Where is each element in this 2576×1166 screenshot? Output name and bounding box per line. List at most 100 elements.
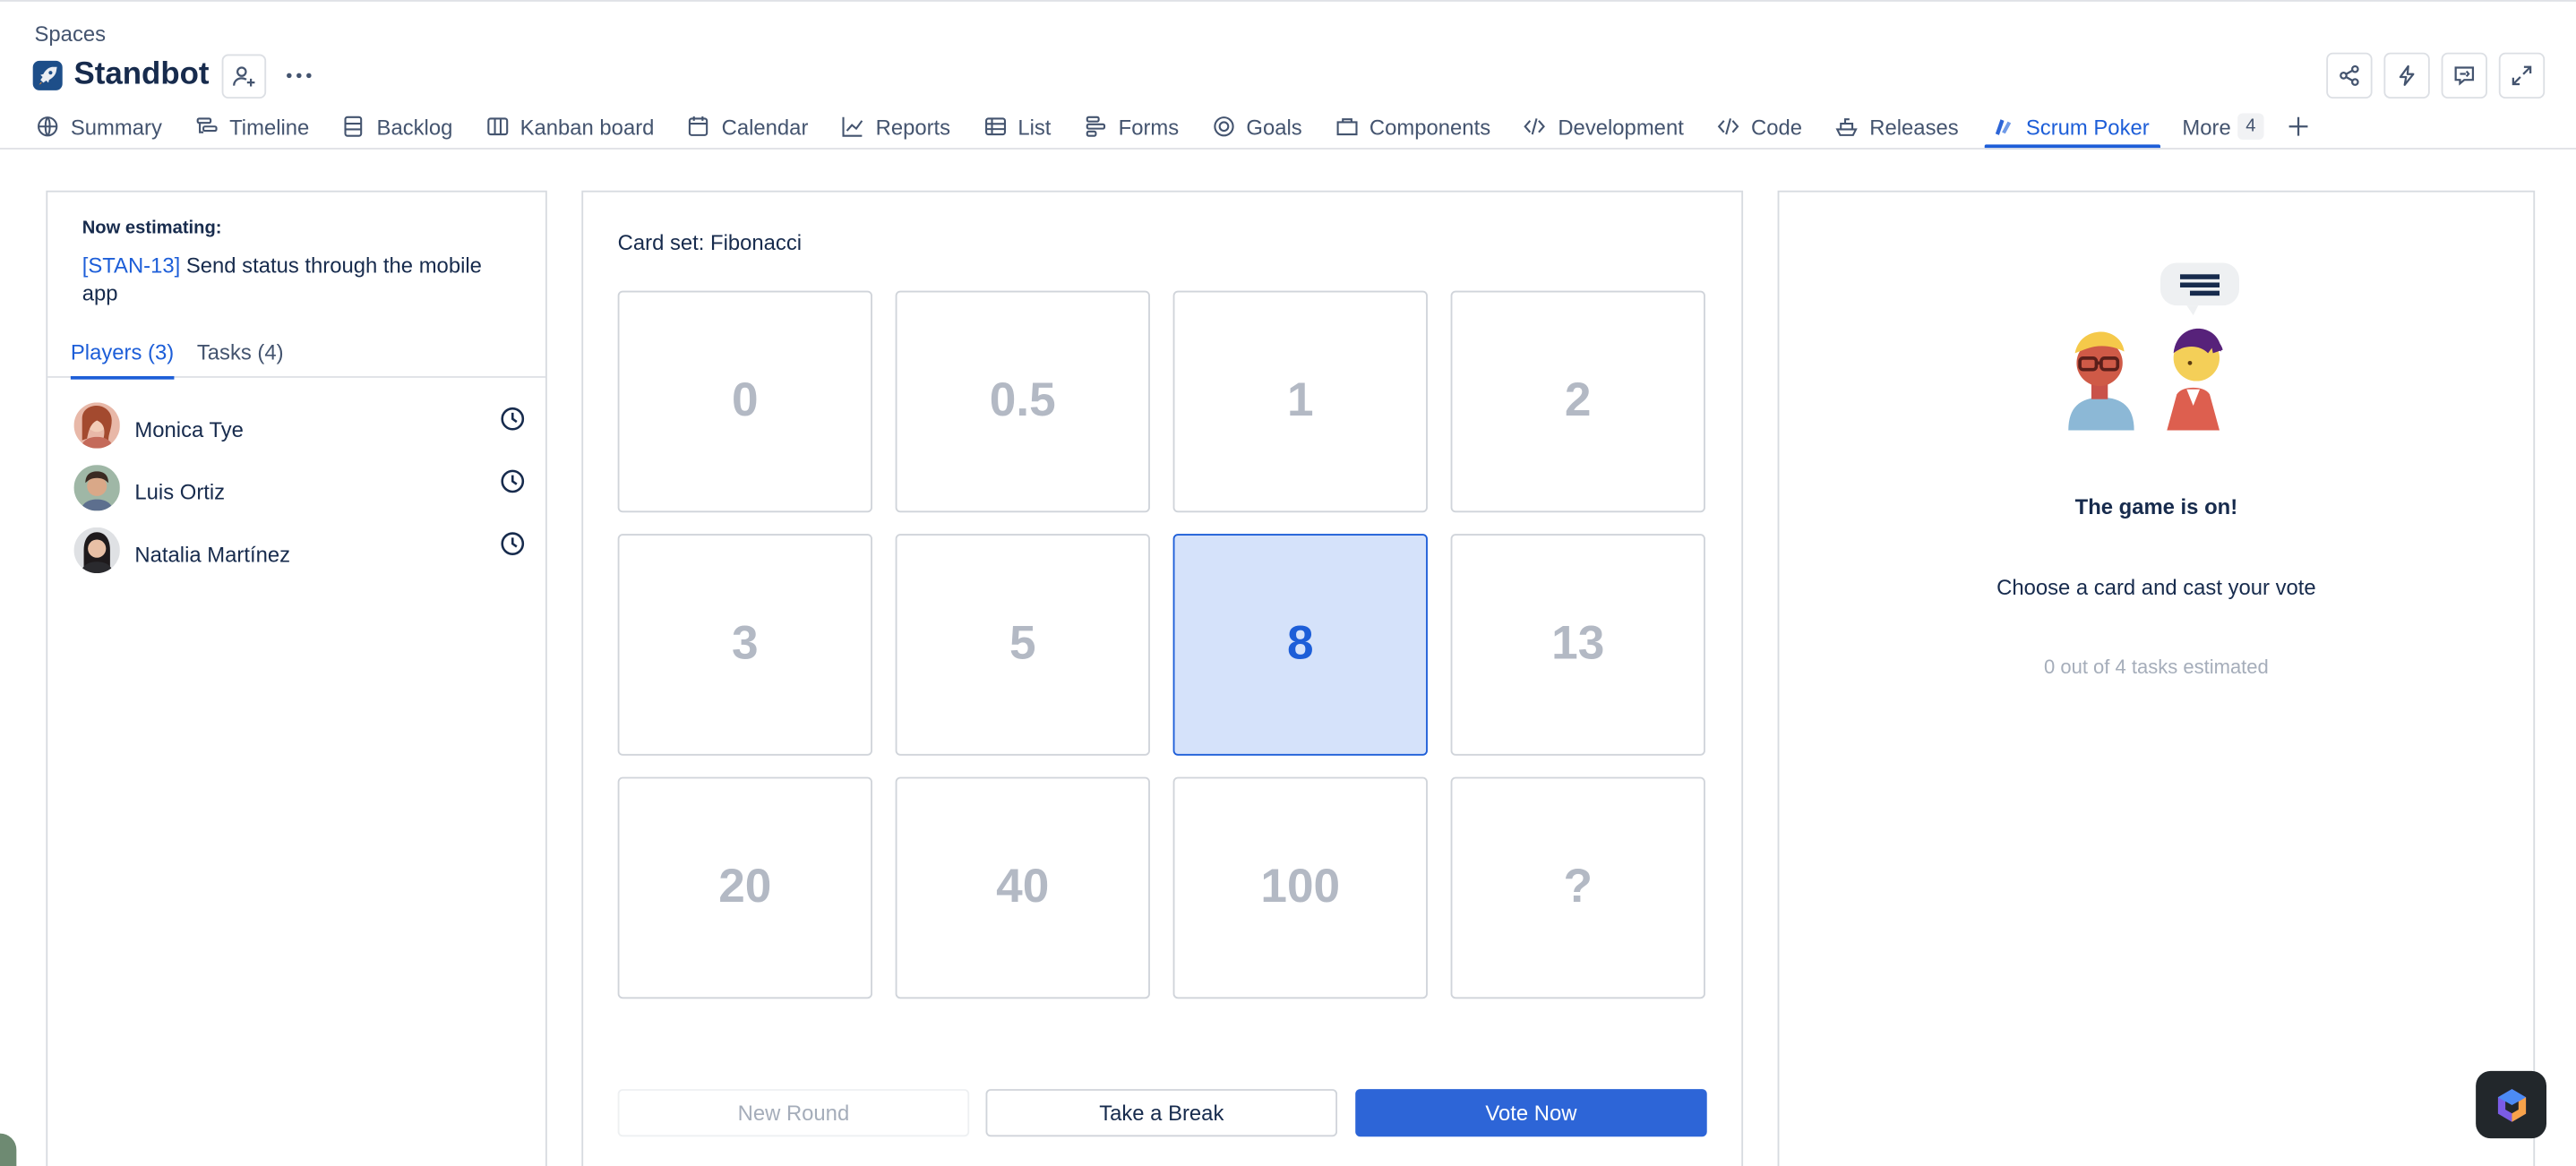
components-icon xyxy=(1335,118,1357,136)
tab-components[interactable]: Components xyxy=(1335,108,1490,144)
poker-card[interactable]: ? xyxy=(1450,776,1705,999)
backlog-icon xyxy=(344,116,363,137)
avatar xyxy=(73,527,120,574)
poker-card[interactable]: 40 xyxy=(895,776,1150,999)
tab-label: Development xyxy=(1558,114,1684,139)
desktop-background-corner xyxy=(0,1133,17,1166)
poker-card[interactable]: 0 xyxy=(617,290,872,513)
poker-card[interactable]: 2 xyxy=(1450,290,1705,513)
tab-development[interactable]: Development xyxy=(1524,108,1684,144)
tab-label: Scrum Poker xyxy=(2025,114,2150,139)
target-icon xyxy=(1213,116,1233,137)
share-button[interactable] xyxy=(2326,52,2373,99)
tab-kanban-board[interactable]: Kanban board xyxy=(485,108,654,144)
clock-icon xyxy=(501,532,525,555)
ellipsis-icon xyxy=(286,73,312,79)
lightning-icon xyxy=(2399,64,2415,86)
add-people-button[interactable] xyxy=(222,53,267,99)
share-icon xyxy=(2340,64,2359,86)
list-icon xyxy=(984,117,1006,136)
hexagon-logo-icon xyxy=(2496,1088,2526,1121)
board-icon xyxy=(486,117,508,136)
tab-goals[interactable]: Goals xyxy=(1212,108,1302,144)
poker-card-selected[interactable]: 8 xyxy=(1172,534,1428,756)
space-tabs: Summary Timeline Backlog Kanban board Ca… xyxy=(36,108,2576,150)
add-person-icon xyxy=(233,65,256,86)
tab-reports[interactable]: Reports xyxy=(841,108,950,144)
avatar xyxy=(73,402,120,449)
task-key-link[interactable]: [STAN-13] xyxy=(82,253,181,278)
card-set-label: Card set: Fibonacci xyxy=(617,229,803,255)
rocket-icon xyxy=(32,60,63,90)
scrum-poker-icon xyxy=(1996,119,2012,135)
tab-label: Calendar xyxy=(721,114,809,139)
tab-list[interactable]: List xyxy=(983,108,1052,144)
breadcrumb[interactable]: Spaces xyxy=(35,21,107,47)
tab-label: Goals xyxy=(1246,114,1302,139)
more-actions-button[interactable] xyxy=(277,54,322,99)
player-name: Natalia Martínez xyxy=(134,541,291,566)
player-name: Luis Ortiz xyxy=(134,478,226,504)
globe-icon xyxy=(38,116,58,137)
player-row: Monica Tye xyxy=(73,402,526,449)
calendar-icon xyxy=(689,116,708,136)
poker-card[interactable]: 13 xyxy=(1450,534,1705,756)
take-break-button[interactable]: Take a Break xyxy=(985,1089,1338,1137)
game-status-title: The game is on! xyxy=(2074,494,2238,519)
tab-summary[interactable]: Summary xyxy=(36,108,162,144)
tab-label: Timeline xyxy=(229,114,310,139)
poker-card[interactable]: 3 xyxy=(617,534,872,756)
poker-card[interactable]: 1 xyxy=(1172,290,1428,513)
tab-calendar[interactable]: Calendar xyxy=(687,108,808,144)
clock-icon xyxy=(501,407,525,431)
tab-label: Code xyxy=(1751,114,1803,139)
tab-label: List xyxy=(1018,114,1052,139)
tab-more[interactable]: More 4 xyxy=(2182,108,2264,144)
app-root: Spaces Standbot Summary Timeline Backlog… xyxy=(0,0,2576,1166)
floating-app-button[interactable] xyxy=(2476,1070,2547,1139)
tab-tasks[interactable]: Tasks (4) xyxy=(197,340,284,378)
fullscreen-button[interactable] xyxy=(2498,52,2546,99)
tab-releases[interactable]: Releases xyxy=(1835,108,1959,144)
now-estimating-label: Now estimating: xyxy=(82,218,222,238)
tab-label: Backlog xyxy=(376,114,453,139)
new-round-button[interactable]: New Round xyxy=(617,1089,970,1137)
ship-icon xyxy=(1835,118,1858,136)
poker-card[interactable]: 20 xyxy=(617,776,872,999)
automation-button[interactable] xyxy=(2383,52,2430,99)
players-illustration xyxy=(2068,262,2240,431)
tab-scrum-poker[interactable]: Scrum Poker xyxy=(1985,108,2161,150)
tab-label: Forms xyxy=(1118,114,1180,139)
chart-line-icon xyxy=(842,116,863,137)
tab-backlog[interactable]: Backlog xyxy=(342,108,452,144)
poker-card[interactable]: 5 xyxy=(895,534,1150,756)
plus-icon xyxy=(2288,116,2308,136)
forms-icon xyxy=(1086,116,1105,137)
game-status-panel: The game is on! Choose a card and cast y… xyxy=(1777,190,2536,1166)
estimation-panel: Now estimating: [STAN-13] Send status th… xyxy=(46,190,547,1166)
top-border xyxy=(0,0,2576,2)
code-icon xyxy=(1717,118,1739,135)
space-title: Standbot xyxy=(73,57,210,92)
timeline-icon xyxy=(195,117,217,133)
tab-forms[interactable]: Forms xyxy=(1084,108,1179,144)
tab-label: Releases xyxy=(1869,114,1959,139)
poker-card[interactable]: 100 xyxy=(1172,776,1428,999)
tab-code[interactable]: Code xyxy=(1717,108,1803,144)
tab-label: Reports xyxy=(875,114,951,139)
player-row: Luis Ortiz xyxy=(73,465,526,511)
add-tab-button[interactable] xyxy=(2287,108,2322,144)
clock-icon xyxy=(501,469,525,493)
tab-label: Summary xyxy=(70,114,162,139)
code-slash-icon xyxy=(1524,118,1546,135)
tabs-divider xyxy=(0,148,2576,150)
tab-players[interactable]: Players (3) xyxy=(70,340,174,380)
poker-card[interactable]: 0.5 xyxy=(895,290,1150,513)
feedback-icon xyxy=(2454,66,2475,86)
feedback-button[interactable] xyxy=(2441,52,2487,99)
space-header: Standbot xyxy=(32,53,322,99)
vote-now-button[interactable]: Vote Now xyxy=(1355,1089,1707,1137)
estimation-progress: 0 out of 4 tasks estimated xyxy=(2043,655,2269,679)
game-status-subtitle: Choose a card and cast your vote xyxy=(1996,574,2316,600)
tab-timeline[interactable]: Timeline xyxy=(195,108,310,144)
